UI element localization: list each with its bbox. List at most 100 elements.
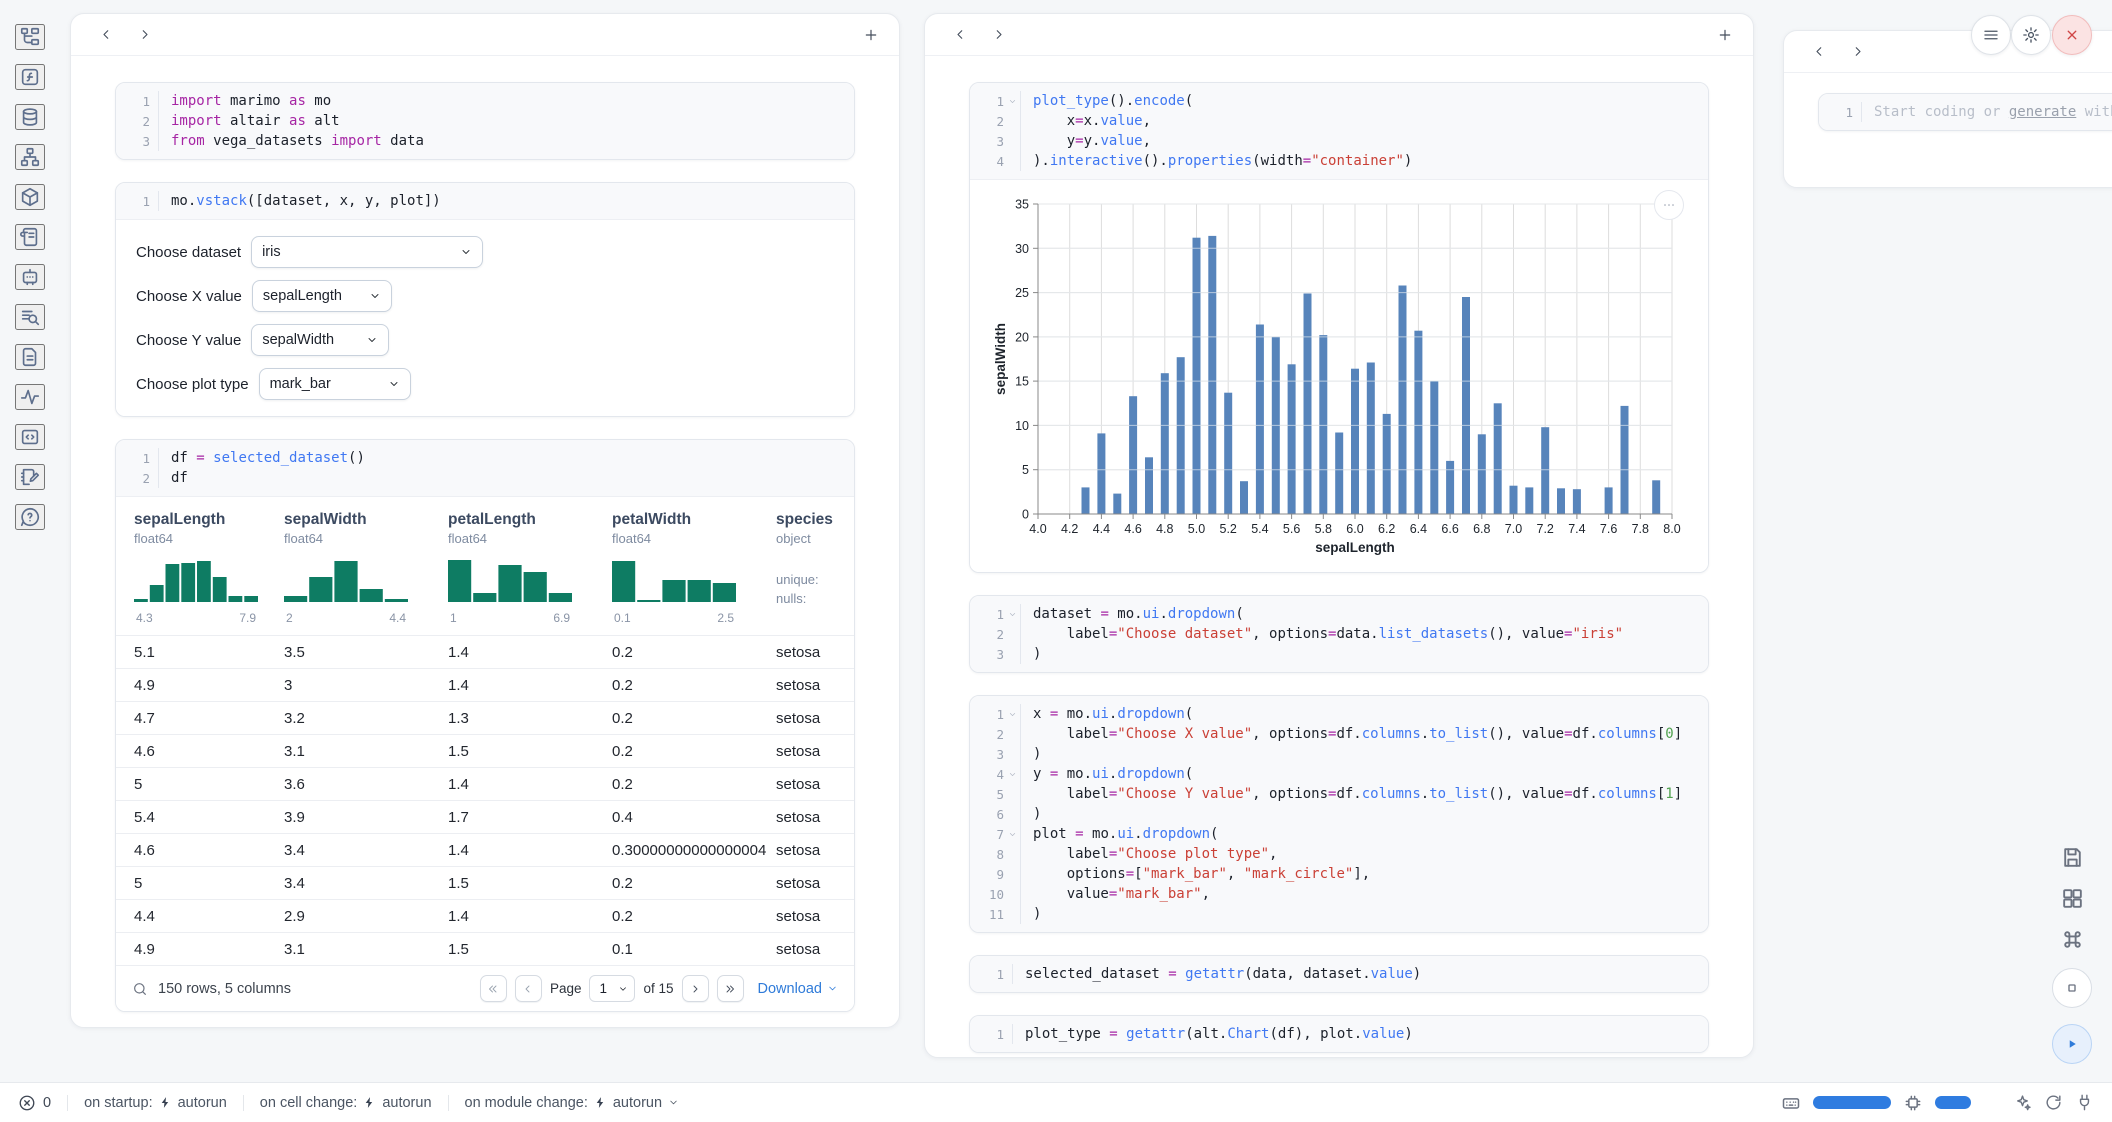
notebook-cell-dataframe[interactable]: 1df = selected_dataset()2df sepalLengthfl…	[115, 439, 855, 1012]
first-page-button[interactable]	[480, 975, 507, 1002]
sidebar-item-snippets[interactable]	[15, 424, 45, 450]
bar-chart[interactable]: 4.04.24.44.64.85.05.25.45.65.86.06.26.46…	[992, 192, 1682, 560]
code-editor[interactable]: 1import marimo as mo2import altair as al…	[116, 83, 854, 159]
fold-toggle[interactable]	[1004, 97, 1020, 106]
table-row[interactable]: 4.73.21.30.2setosa	[116, 701, 854, 734]
fold-toggle[interactable]	[1004, 770, 1020, 779]
table-cell: 0.2	[612, 644, 776, 661]
prev-page-button[interactable]	[515, 975, 542, 1002]
table-row[interactable]: 5.13.51.40.2setosa	[116, 635, 854, 668]
sidebar-item-package[interactable]	[15, 184, 45, 210]
control-row: Choose plot typemark_bar	[136, 368, 834, 400]
sidebar-item-activity[interactable]	[15, 384, 45, 410]
next-cell-button[interactable]	[1838, 39, 1876, 65]
sidebar-item-functions[interactable]	[15, 64, 45, 90]
table-row[interactable]: 4.63.41.40.30000000000000004setosa	[116, 833, 854, 866]
code-editor[interactable]: 1plot_type().encode(2 x=x.value,3 y=y.va…	[970, 83, 1708, 179]
search-icon[interactable]	[132, 981, 148, 997]
save-button[interactable]	[2060, 845, 2085, 870]
table-row[interactable]: 53.61.40.2setosa	[116, 767, 854, 800]
fold-toggle[interactable]	[1004, 610, 1020, 619]
code-line: 2 x=x.value,	[970, 111, 1708, 131]
gear-button[interactable]	[2011, 15, 2051, 55]
notebook-cell-xyplot-dropdowns[interactable]: 1x = mo.ui.dropdown(2 label="Choose X va…	[969, 695, 1709, 933]
table-column-header[interactable]: petalLengthfloat6416.9	[448, 511, 612, 625]
notebook-cell-selected-dataset[interactable]: 1selected_dataset = getattr(data, datase…	[969, 955, 1709, 993]
download-button[interactable]: Download	[758, 981, 839, 997]
code-editor[interactable]: 1selected_dataset = getattr(data, datase…	[970, 956, 1708, 992]
empty-code-cell[interactable]: 1 Start coding or generate with AI.	[1818, 93, 2112, 131]
runtime-config-item[interactable]: on cell change:autorun	[260, 1095, 432, 1111]
error-indicator[interactable]: 0	[18, 1094, 51, 1112]
dropdown-choose-x-value[interactable]: sepalLength	[252, 280, 392, 312]
plug-button[interactable]	[2075, 1093, 2094, 1112]
notebook-cell-imports[interactable]: 1import marimo as mo2import altair as al…	[115, 82, 855, 160]
sidebar-item-notebook-edit[interactable]	[15, 464, 45, 490]
table-row[interactable]: 4.42.91.40.2setosa	[116, 899, 854, 932]
fold-toggle[interactable]	[1004, 710, 1020, 719]
code-token: (data, dataset.	[1244, 966, 1370, 982]
run-button[interactable]	[2052, 1024, 2092, 1064]
sidebar-item-database[interactable]	[15, 104, 45, 130]
layout-grid-button[interactable]	[2060, 886, 2085, 911]
sidebar-item-help[interactable]	[15, 504, 45, 530]
notebook-cell-vstack[interactable]: 1mo.vstack([dataset, x, y, plot]) Choose …	[115, 182, 855, 417]
refresh-button[interactable]	[2044, 1093, 2063, 1112]
table-column-header[interactable]: sepalWidthfloat6424.4	[284, 511, 448, 625]
code-editor[interactable]: 1df = selected_dataset()2df	[116, 440, 854, 496]
add-cell-button[interactable]	[1711, 22, 1739, 48]
sidebar-item-log-search[interactable]	[15, 304, 45, 330]
prev-cell-button[interactable]	[87, 22, 125, 48]
divider	[448, 1095, 449, 1111]
package-icon	[19, 186, 41, 208]
next-cell-button[interactable]	[125, 22, 163, 48]
notebook-cell-dataset-dropdown[interactable]: 1dataset = mo.ui.dropdown(2 label="Choos…	[969, 595, 1709, 673]
table-column-header[interactable]: speciesobjectunique:nulls:	[776, 511, 854, 625]
sidebar-item-chatbot[interactable]	[15, 264, 45, 290]
table-row[interactable]: 4.93.11.50.1setosa	[116, 932, 854, 965]
table-column-header[interactable]: sepalLengthfloat644.37.9	[134, 511, 284, 625]
dropdown-choose-plot-type[interactable]: mark_bar	[259, 368, 411, 400]
add-cell-button[interactable]	[857, 22, 885, 48]
notebook-cell-plot[interactable]: 1plot_type().encode(2 x=x.value,3 y=y.va…	[969, 82, 1709, 573]
code-editor[interactable]: 1x = mo.ui.dropdown(2 label="Choose X va…	[970, 696, 1708, 932]
table-row[interactable]: 4.931.40.2setosa	[116, 668, 854, 701]
table-row[interactable]: 4.63.11.50.2setosa	[116, 734, 854, 767]
fold-toggle[interactable]	[1004, 830, 1020, 839]
code-token: as	[289, 113, 306, 129]
sidebar-item-scroll[interactable]	[15, 224, 45, 250]
code-editor[interactable]: 1dataset = mo.ui.dropdown(2 label="Choos…	[970, 596, 1708, 672]
sidebar-item-file-tree[interactable]	[15, 24, 45, 50]
table-row[interactable]: 53.41.50.2setosa	[116, 866, 854, 899]
menu-button[interactable]	[1971, 15, 2011, 55]
code-line: 1mo.vstack([dataset, x, y, plot])	[116, 191, 854, 211]
next-page-button[interactable]	[682, 975, 709, 1002]
command-button[interactable]	[2060, 927, 2085, 952]
runtime-config-item[interactable]: on startup:autorun	[84, 1095, 227, 1111]
prev-cell-button[interactable]	[941, 22, 979, 48]
code-token: mo	[306, 93, 331, 109]
generate-link[interactable]: generate	[2009, 104, 2076, 120]
sidebar-item-sitemap[interactable]	[15, 144, 45, 170]
prev-cell-button[interactable]	[1800, 39, 1838, 65]
sparkles-button[interactable]	[2013, 1093, 2032, 1112]
page-select[interactable]: 1	[589, 975, 635, 1002]
dropdown-choose-dataset[interactable]: iris	[251, 236, 483, 268]
code-editor[interactable]: 1mo.vstack([dataset, x, y, plot])	[116, 183, 854, 219]
code-editor[interactable]: 1 Start coding or generate with AI.	[1819, 94, 2112, 130]
table-row[interactable]: 5.43.91.70.4setosa	[116, 800, 854, 833]
line-number: 1	[116, 194, 150, 209]
close-button[interactable]	[2052, 15, 2092, 55]
runtime-config-item[interactable]: on module change:autorun	[465, 1095, 680, 1111]
stop-button[interactable]	[2052, 968, 2092, 1008]
last-page-button[interactable]	[717, 975, 744, 1002]
table-column-header[interactable]: petalWidthfloat640.12.5	[612, 511, 776, 625]
chart-actions-button[interactable]	[1654, 190, 1684, 220]
sidebar-item-document[interactable]	[15, 344, 45, 370]
code-content: value="mark_bar",	[1020, 884, 1210, 904]
table-cell: setosa	[776, 677, 854, 694]
notebook-cell-plot-type[interactable]: 1plot_type = getattr(alt.Chart(df), plot…	[969, 1015, 1709, 1053]
dropdown-choose-y-value[interactable]: sepalWidth	[251, 324, 389, 356]
code-editor[interactable]: 1plot_type = getattr(alt.Chart(df), plot…	[970, 1016, 1708, 1052]
next-cell-button[interactable]	[979, 22, 1017, 48]
